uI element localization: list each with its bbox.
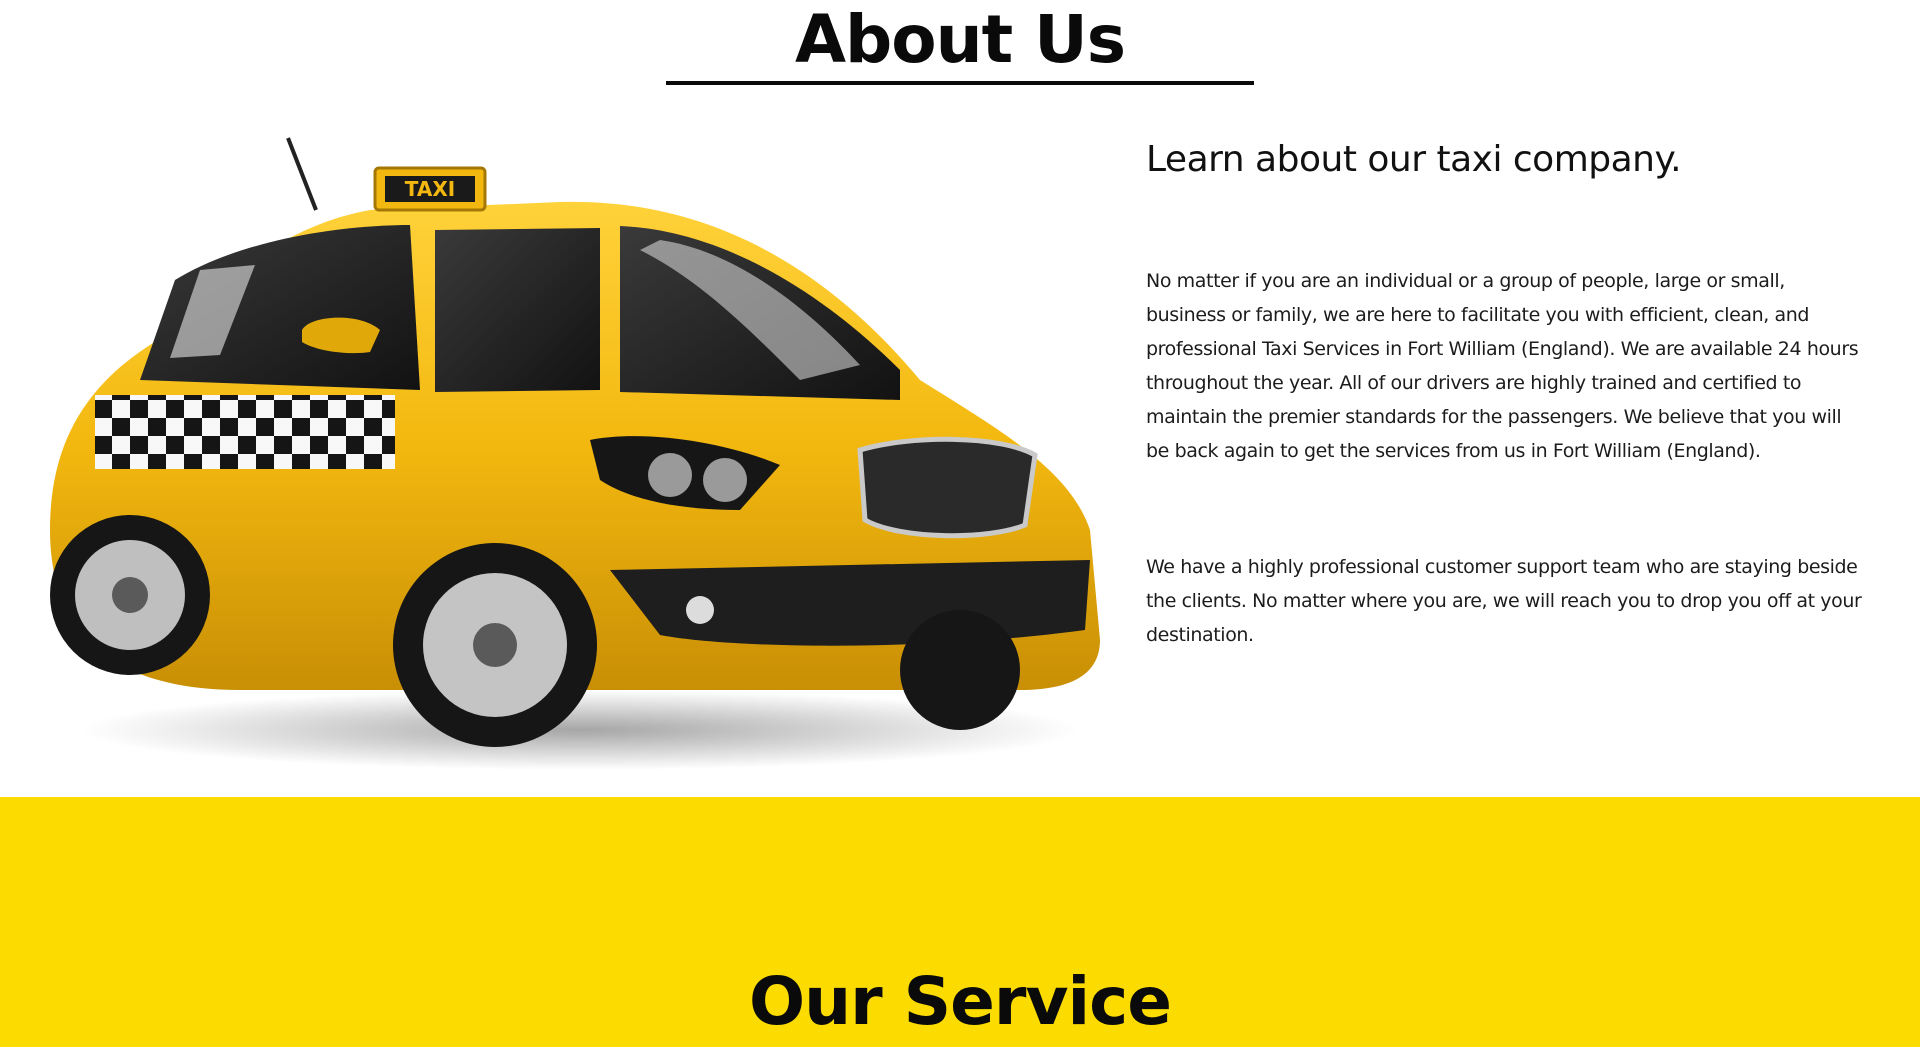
- title-underline: [666, 81, 1254, 85]
- taxi-car-image: TAXI: [50, 137, 1100, 770]
- about-title: About Us: [794, 1, 1126, 78]
- taxi-roof-sign: TAXI: [405, 177, 455, 201]
- service-section: Our Service: [0, 797, 1920, 1047]
- about-text-column: Learn about our taxi company. No matter …: [1146, 132, 1866, 652]
- about-paragraph-1: No matter if you are an individual or a …: [1146, 270, 1859, 462]
- about-section: About Us TAXI Learn about our taxi compa…: [0, 0, 1920, 797]
- about-paragraph-2: We have a highly professional customer s…: [1146, 556, 1862, 646]
- service-title: Our Service: [749, 963, 1172, 1040]
- about-subheading: Learn about our taxi company.: [1146, 139, 1682, 180]
